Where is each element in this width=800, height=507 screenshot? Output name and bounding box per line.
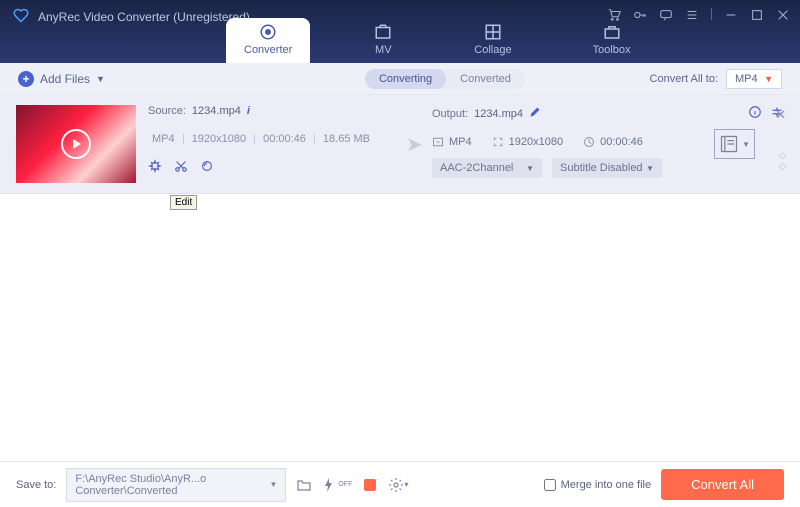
chevron-down-icon: ▼ bbox=[764, 74, 773, 84]
output-selects: AAC-2Channel▼ Subtitle Disabled▼ bbox=[432, 158, 784, 178]
tab-toolbox[interactable]: Toolbox bbox=[575, 18, 649, 63]
play-icon bbox=[61, 129, 91, 159]
add-files-button[interactable]: + Add Files ▼ bbox=[18, 71, 105, 87]
maximize-icon[interactable] bbox=[750, 8, 764, 22]
add-files-label: Add Files bbox=[40, 72, 90, 86]
menu-icon[interactable] bbox=[685, 8, 699, 22]
footer: Save to: F:\AnyRec Studio\AnyR...o Conve… bbox=[0, 461, 800, 507]
source-label: Source: bbox=[148, 105, 186, 117]
tab-mv[interactable]: MV bbox=[355, 18, 411, 63]
format-value: MP4 bbox=[148, 133, 179, 145]
tab-converted[interactable]: Converted bbox=[446, 69, 525, 89]
toolbar: + Add Files ▼ Converting Converted Conve… bbox=[0, 63, 800, 95]
tab-converting[interactable]: Converting bbox=[365, 69, 446, 89]
resolution-value: 1920x1080 bbox=[188, 133, 250, 145]
convert-all-to: Convert All to: MP4▼ bbox=[650, 69, 782, 89]
duration-value: 00:00:46 bbox=[259, 133, 310, 145]
save-to-label: Save to: bbox=[16, 479, 56, 491]
minimize-icon[interactable] bbox=[724, 8, 738, 22]
size-value: 18.65 MB bbox=[319, 133, 374, 145]
item-actions bbox=[148, 159, 406, 176]
chevron-down-icon: ▼ bbox=[646, 164, 654, 173]
out-duration: 00:00:46 bbox=[600, 136, 643, 148]
source-title-row: Source: 1234.mp4 i bbox=[148, 105, 406, 117]
feedback-icon[interactable] bbox=[659, 8, 673, 22]
chevron-down-icon: ▼ bbox=[526, 164, 534, 173]
status-tabs: Converting Converted bbox=[365, 69, 525, 89]
output-label: Output: bbox=[432, 108, 468, 120]
title-left: AnyRec Video Converter (Unregistered) bbox=[12, 0, 250, 26]
tab-label: Converter bbox=[244, 44, 292, 56]
output-file: 1234.mp4 bbox=[474, 108, 523, 120]
out-resolution: 1920x1080 bbox=[509, 136, 563, 148]
arrow-icon: ➤ bbox=[406, 132, 432, 157]
merge-label: Merge into one file bbox=[561, 479, 652, 491]
close-icon[interactable] bbox=[776, 8, 790, 22]
source-meta: MP4 1920x1080 00:00:46 18.65 MB bbox=[148, 133, 406, 145]
audio-select[interactable]: AAC-2Channel▼ bbox=[432, 158, 542, 178]
titlebar: AnyRec Video Converter (Unregistered) Co… bbox=[0, 0, 800, 63]
settings-button[interactable]: ▾ bbox=[388, 477, 408, 493]
merge-checkbox-input[interactable] bbox=[544, 479, 556, 491]
tab-label: MV bbox=[375, 44, 392, 56]
merge-checkbox[interactable]: Merge into one file bbox=[544, 479, 652, 491]
subtitle-select[interactable]: Subtitle Disabled▼ bbox=[552, 158, 662, 178]
video-thumbnail[interactable] bbox=[16, 105, 136, 183]
chevron-down-icon: ▼ bbox=[742, 140, 750, 149]
high-speed-button[interactable] bbox=[362, 477, 378, 493]
source-file: 1234.mp4 bbox=[192, 105, 241, 117]
convert-all-button[interactable]: Convert All bbox=[661, 469, 784, 500]
source-column: Source: 1234.mp4 i MP4 1920x1080 00:00:4… bbox=[136, 105, 406, 183]
format-select[interactable]: MP4▼ bbox=[726, 69, 782, 89]
main-tabs: Converter MV Collage Toolbox bbox=[226, 18, 649, 63]
info-circle-icon[interactable] bbox=[748, 105, 762, 122]
tab-label: Collage bbox=[474, 44, 511, 56]
output-title-row: Output: 1234.mp4 bbox=[432, 105, 784, 122]
edit-tooltip: Edit bbox=[170, 195, 197, 210]
open-folder-button[interactable] bbox=[296, 477, 312, 493]
info-icon[interactable]: i bbox=[247, 105, 250, 117]
remove-item-icon[interactable]: ✕ bbox=[775, 107, 786, 123]
chevron-down-icon: ▼ bbox=[96, 74, 105, 84]
file-item: Source: 1234.mp4 i MP4 1920x1080 00:00:4… bbox=[0, 95, 800, 194]
enhance-button[interactable] bbox=[200, 159, 214, 176]
chevron-down-icon: ▼ bbox=[269, 480, 277, 489]
out-format: MP4 bbox=[449, 136, 472, 148]
convert-all-to-label: Convert All to: bbox=[650, 73, 718, 85]
tab-collage[interactable]: Collage bbox=[456, 18, 529, 63]
footer-icons: OFF ▾ bbox=[296, 477, 408, 493]
app-logo bbox=[12, 8, 30, 26]
app-title: AnyRec Video Converter (Unregistered) bbox=[38, 10, 250, 24]
save-path-select[interactable]: F:\AnyRec Studio\AnyR...o Converter\Conv… bbox=[66, 468, 286, 502]
edit-name-icon[interactable] bbox=[529, 106, 541, 121]
tab-converter[interactable]: Converter bbox=[226, 18, 310, 63]
drag-handle[interactable]: ◇◇ bbox=[779, 150, 786, 172]
edit-button[interactable] bbox=[148, 159, 162, 176]
output-format-button[interactable]: ▼ bbox=[714, 129, 755, 159]
trim-button[interactable] bbox=[174, 159, 188, 176]
plus-icon: + bbox=[18, 71, 34, 87]
tab-label: Toolbox bbox=[593, 44, 631, 56]
gpu-toggle-button[interactable]: OFF bbox=[322, 477, 352, 493]
